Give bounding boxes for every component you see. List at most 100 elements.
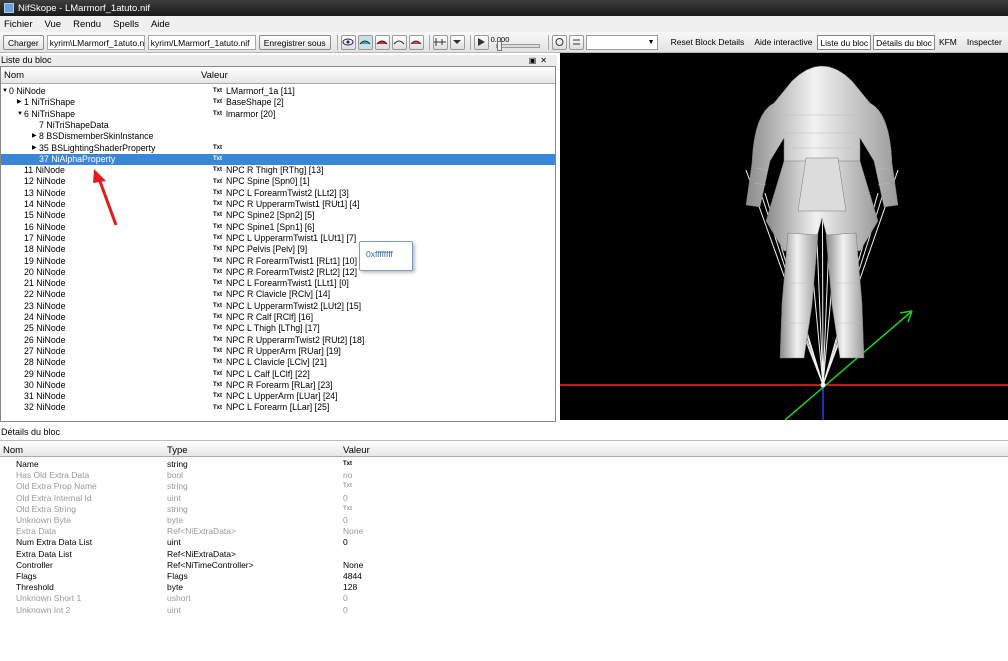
txt-icon: Txt [343, 505, 352, 512]
tree-row[interactable]: 21 NiNode Txt NPC L ForearmTwist1 [LLt1] [… [1, 278, 555, 289]
menu-rendu[interactable]: Rendu [73, 19, 101, 30]
time-slider[interactable] [495, 41, 540, 51]
tree-row-value: Txt [213, 143, 226, 154]
details-row[interactable]: Num Extra Data List uint 0 [0, 537, 1008, 548]
block-details[interactable]: Nom Type Valeur Name string Txt Has Old Ext… [0, 440, 1008, 661]
details-row[interactable]: Unknown Short 1 ushort 0 [0, 593, 1008, 604]
details-row[interactable]: Unknown Int 2 uint 0 [0, 605, 1008, 616]
loop-icon[interactable] [551, 34, 567, 50]
details-row[interactable]: Name string Txt [0, 459, 1008, 470]
tree-row-name: 16 NiNode [24, 221, 66, 232]
details-row[interactable]: Threshold byte 128 [0, 582, 1008, 593]
txt-icon: Txt [213, 370, 222, 377]
menu-aide[interactable]: Aide [151, 19, 170, 30]
tree-row[interactable]: 20 NiNode Txt NPC R ForearmTwist2 [RLt2] [… [1, 267, 555, 278]
collapsed-arrow-icon[interactable]: ▶ [32, 131, 37, 142]
details-row-name: Unknown Int 2 [16, 604, 71, 615]
kfm-button[interactable]: KFM [939, 37, 957, 47]
details-row[interactable]: Flags Flags 4844 [0, 571, 1008, 582]
details-row[interactable]: Extra Data List Ref<NiExtraData> [0, 549, 1008, 560]
txt-icon: Txt [213, 336, 222, 343]
float-icon[interactable]: ▣ [529, 56, 541, 65]
menu-fichier[interactable]: Fichier [4, 19, 33, 30]
tree-row-value-text: NPC Spine1 [Spn1] [6] [226, 221, 315, 232]
collapsed-arrow-icon[interactable]: ▶ [17, 97, 22, 108]
load-path-field[interactable]: kyrim\LMarmorf_1atuto.nif [46, 34, 145, 50]
tree-row[interactable]: 17 NiNode Txt NPC L UpperarmTwist1 [LUt1] … [1, 233, 555, 244]
tree-row[interactable]: 28 NiNode Txt NPC L Clavicle [LClv] [21] [1, 357, 555, 368]
tree-row[interactable]: 32 NiNode Txt NPC L Forearm [LLar] [25] [1, 402, 555, 413]
tree-row[interactable]: 18 NiNode Txt NPC Pelvis [Pelv] [9] [1, 244, 555, 255]
details-row-type: uint [167, 604, 181, 615]
close-icon[interactable]: ✕ [540, 56, 551, 65]
axes-icon[interactable] [432, 34, 448, 50]
tree-row[interactable]: ▼ 0 NiNode Txt LMarmorf_1a [11] [1, 86, 555, 97]
tree-row[interactable]: 37 NiAlphaProperty Txt [1, 153, 555, 166]
txt-icon: Txt [213, 268, 222, 275]
view-shaded-icon[interactable] [357, 34, 373, 50]
tooltip-text: 0xffffffff [366, 249, 393, 259]
tree-row-value-text: NPC R UpperarmTwist2 [RUt2] [18] [226, 334, 365, 345]
menu-vue[interactable]: Vue [45, 19, 62, 30]
txt-icon: Txt [213, 178, 222, 185]
interactive-help-button[interactable]: Aide interactive [754, 37, 812, 47]
tree-row[interactable]: 26 NiNode Txt NPC R UpperarmTwist2 [RUt2] … [1, 335, 555, 346]
load-button[interactable]: Charger [3, 34, 44, 50]
tree-row-name: 21 NiNode [24, 278, 66, 289]
collapsed-arrow-icon[interactable]: ▶ [32, 143, 37, 154]
block-list-toggle[interactable]: Liste du bloc [817, 34, 872, 50]
animation-select[interactable]: ▼ [585, 34, 658, 50]
save-path-field[interactable]: kyrim/LMarmorf_1atuto.nif [147, 34, 256, 50]
tree-row[interactable]: 7 NiTriShapeData [1, 120, 555, 131]
details-row-name: Threshold [16, 582, 54, 593]
tree-row[interactable]: 31 NiNode Txt NPC L UpperArm [LUar] [24] [1, 391, 555, 402]
render-viewport[interactable] [560, 53, 1008, 420]
details-row[interactable]: Unknown Byte byte 0 [0, 515, 1008, 526]
tree-row-value-text: LMarmorf_1a [11] [226, 86, 295, 96]
block-tree[interactable]: Nom Valeur ▼ 0 NiNode Txt LMarmorf_1a [11] ▶… [0, 66, 556, 422]
tree-header-name[interactable]: Nom [4, 70, 24, 81]
tree-header-value[interactable]: Valeur [201, 70, 228, 81]
details-row[interactable]: Old Extra String string Txt [0, 504, 1008, 515]
details-header-value[interactable]: Valeur [343, 445, 370, 456]
view-lighting-icon[interactable] [408, 34, 424, 50]
view-wireframe-icon[interactable] [391, 34, 407, 50]
tree-row[interactable]: ▶ 8 BSDismemberSkinInstance [1, 131, 555, 142]
tree-row-value-text: NPC L UpperarmTwist2 [LUt2] [15] [226, 300, 362, 311]
details-row[interactable]: Old Extra Internal Id uint 0 [0, 493, 1008, 504]
inspect-button[interactable]: Inspecter [967, 37, 1002, 47]
expanded-arrow-icon[interactable]: ▼ [2, 86, 8, 97]
details-row[interactable]: Old Extra Prop Name string Txt [0, 481, 1008, 492]
play-icon[interactable] [473, 34, 489, 50]
tree-row-name: 6 NiTriShape [24, 108, 76, 119]
details-row-type: uint [167, 537, 181, 548]
details-row[interactable]: Controller Ref<NiTimeController> None [0, 560, 1008, 571]
details-header-name[interactable]: Nom [3, 445, 23, 456]
tree-row[interactable]: 30 NiNode Txt NPC R Forearm [RLar] [23] [1, 380, 555, 391]
tree-row-value: Txt NPC Pelvis [Pelv] [9] [213, 244, 307, 255]
details-row[interactable]: Has Old Extra Data bool no [0, 470, 1008, 481]
tree-row[interactable]: 22 NiNode Txt NPC R Clavicle [RClv] [14] [1, 289, 555, 300]
tree-row[interactable]: 25 NiNode Txt NPC L Thigh [LThg] [17] [1, 323, 555, 334]
details-row-type: string [167, 503, 188, 514]
details-row[interactable]: Extra Data Ref<NiExtraData> None [0, 526, 1008, 537]
details-header-type[interactable]: Type [167, 445, 188, 456]
txt-icon: Txt [213, 257, 222, 264]
tree-row[interactable]: 23 NiNode Txt NPC L UpperarmTwist2 [LUt2] … [1, 301, 555, 312]
expanded-arrow-icon[interactable]: ▼ [17, 109, 23, 120]
switch-icon[interactable] [568, 34, 584, 50]
save-as-button[interactable]: Enregistrer sous [258, 34, 331, 50]
tree-row[interactable]: 19 NiNode Txt NPC R ForearmTwist1 [RLt1] [… [1, 256, 555, 267]
tree-row[interactable]: ▶ 35 BSLightingShaderProperty Txt [1, 143, 555, 154]
view-textured-icon[interactable] [374, 34, 390, 50]
tree-row[interactable]: 24 NiNode Txt NPC R Calf [RClf] [16] [1, 312, 555, 323]
block-details-toggle[interactable]: Détails du bloc [873, 34, 935, 50]
reset-block-details-button[interactable]: Reset Block Details [671, 37, 745, 47]
view-dropdown-icon[interactable] [449, 34, 465, 50]
tree-row[interactable]: ▼ 6 NiTriShape Txt lmarmor [20] [1, 109, 555, 120]
tree-row[interactable]: ▶ 1 NiTriShape Txt BaseShape [2] [1, 97, 555, 108]
menu-spells[interactable]: Spells [113, 19, 139, 30]
tree-row[interactable]: 27 NiNode Txt NPC R UpperArm [RUar] [19] [1, 346, 555, 357]
eye-icon[interactable] [340, 34, 356, 50]
tree-row[interactable]: 29 NiNode Txt NPC L Calf [LClf] [22] [1, 369, 555, 380]
